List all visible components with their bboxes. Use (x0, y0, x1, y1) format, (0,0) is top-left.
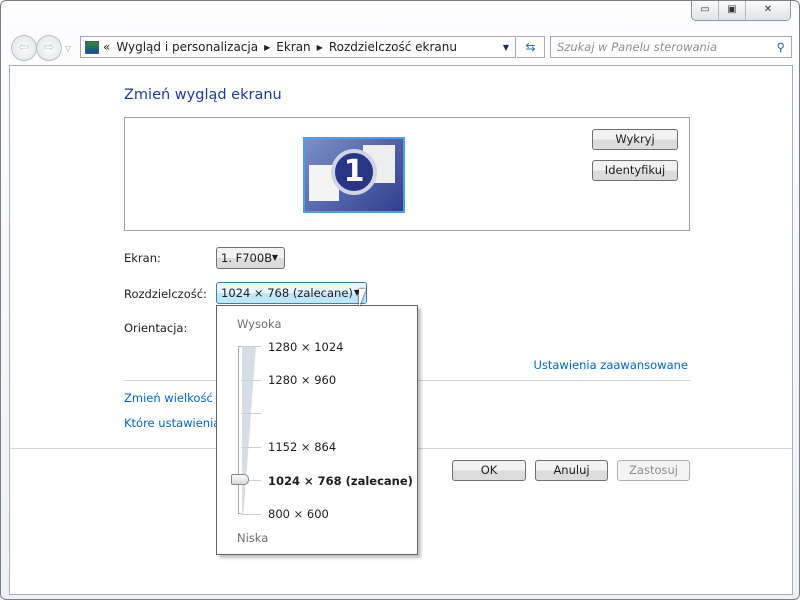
resolution-value: 1024 × 768 (zalecane) (221, 286, 353, 300)
breadcrumb-separator-icon[interactable]: ▶ (264, 43, 270, 52)
apply-button[interactable]: Zastosuj (617, 460, 690, 481)
caption-buttons: ▭ ▣ ✕ (691, 1, 791, 21)
forward-button[interactable]: ⇨ (36, 35, 62, 61)
search-icon[interactable]: ⚲ (777, 40, 785, 54)
close-button[interactable]: ✕ (746, 1, 790, 20)
orientation-label: Orientacja: (124, 321, 188, 335)
ok-button[interactable]: OK (452, 460, 526, 481)
resolution-option-selected[interactable]: 1024 × 768 (zalecane) (268, 474, 413, 488)
breadcrumb-display[interactable]: Ekran (276, 40, 310, 54)
detect-button[interactable]: Wykryj (592, 129, 678, 150)
screen-value: 1. F700B (221, 251, 273, 265)
resolution-option[interactable]: 1152 × 864 (268, 440, 336, 454)
breadcrumb-resolution[interactable]: Rozdzielczość ekranu (329, 40, 457, 54)
nav-buttons: ⇦ ⇨ ▽ (11, 35, 71, 61)
high-label: Wysoka (237, 317, 282, 331)
display-preview: 1 Wykryj Identyfikuj (124, 117, 690, 231)
search-input[interactable]: Szukaj w Panelu sterowania ⚲ (550, 36, 792, 58)
monitor-1-icon[interactable]: 1 (303, 137, 405, 213)
back-button[interactable]: ⇦ (11, 35, 37, 61)
minimize-button[interactable]: ▭ (692, 1, 719, 20)
overflow-chevron[interactable]: « (103, 40, 110, 54)
cancel-button[interactable]: Anuluj (535, 460, 608, 481)
maximize-button[interactable]: ▣ (719, 1, 746, 20)
search-placeholder: Szukaj w Panelu sterowania (557, 40, 718, 54)
breadcrumb-separator-icon[interactable]: ▶ (317, 43, 323, 52)
mouse-cursor-icon (359, 289, 366, 307)
resolution-option[interactable]: 800 × 600 (268, 507, 329, 521)
resolution-select[interactable]: 1024 × 768 (zalecane) ▼ (216, 282, 367, 304)
identify-button[interactable]: Identyfikuj (592, 160, 678, 181)
text-size-link[interactable]: Zmień wielkość te (124, 391, 228, 405)
resolution-option[interactable]: 1280 × 960 (268, 373, 336, 387)
low-label: Niska (237, 531, 269, 545)
resolution-popup: Wysoka 1280 × 1024 1280 × 960 1152 × 864… (216, 305, 418, 555)
monitor-number: 1 (331, 149, 377, 195)
refresh-button[interactable]: ⇆ (517, 36, 545, 58)
screen-select[interactable]: 1. F700B ▼ (216, 247, 285, 269)
resolution-option[interactable]: 1280 × 1024 (268, 340, 343, 354)
slider-track[interactable] (238, 346, 241, 514)
slider-wedge (242, 346, 256, 514)
screen-label: Ekran: (124, 251, 161, 265)
advanced-settings-link[interactable]: Ustawienia zaawansowane (533, 358, 688, 372)
address-bar[interactable]: « Wygląd i personalizacja ▶ Ekran ▶ Rozd… (80, 36, 516, 58)
slider-thumb[interactable] (231, 474, 249, 485)
control-panel-icon (85, 40, 99, 54)
resolution-label: Rozdzielczość: (124, 287, 207, 301)
window: ▭ ▣ ✕ ⇦ ⇨ ▽ « Wygląd i personalizacja ▶ … (0, 0, 800, 600)
page-title: Zmień wygląd ekranu (124, 87, 282, 103)
recent-pages-icon[interactable]: ▽ (65, 44, 71, 53)
chevron-down-icon: ▼ (271, 253, 278, 262)
address-dropdown-icon[interactable]: ▼ (503, 43, 509, 52)
breadcrumb-appearance[interactable]: Wygląd i personalizacja (116, 40, 258, 54)
